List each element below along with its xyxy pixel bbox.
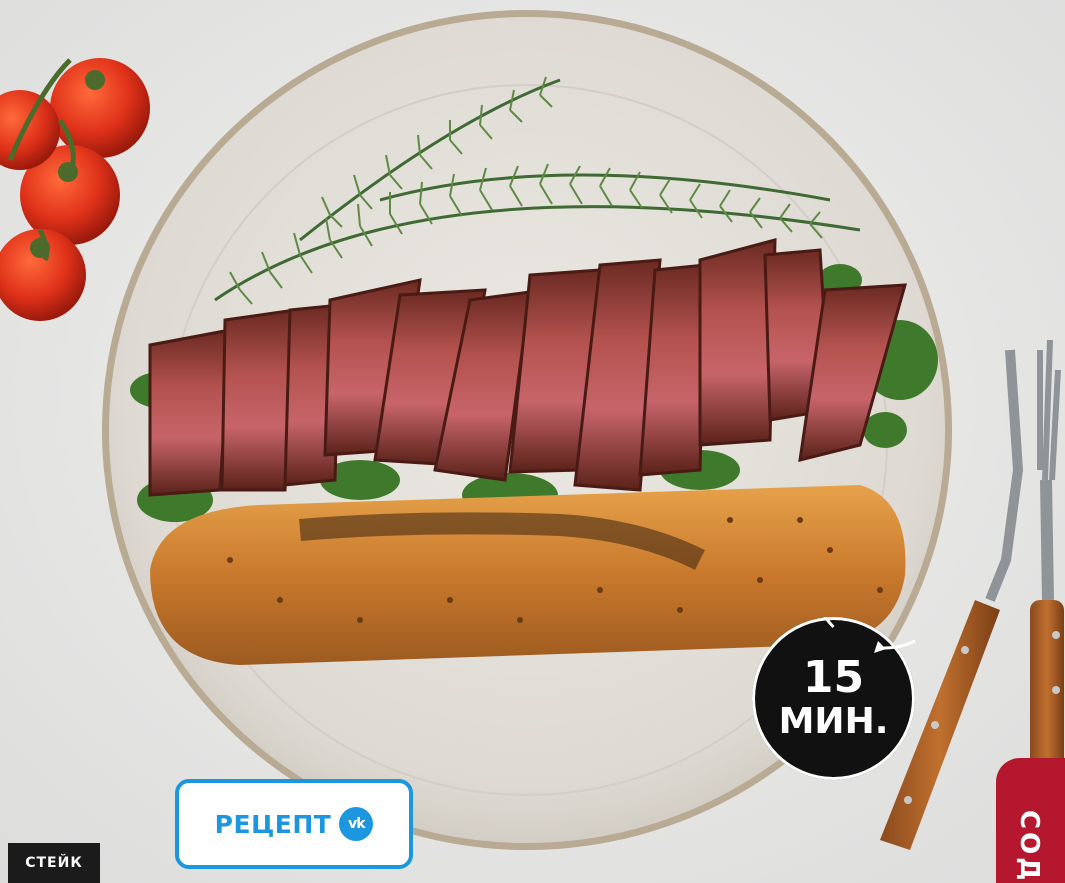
cooking-time-badge: 15 МИН.: [752, 617, 915, 780]
contents-tab-label: СОД: [1014, 810, 1044, 883]
recipe-card: СТЕЙК РЕЦЕПТ vk 15 МИН. СОД: [0, 0, 1065, 883]
contents-tab[interactable]: СОД: [996, 758, 1065, 883]
vk-logo-icon: vk: [339, 807, 374, 841]
cooking-time-unit: МИН.: [778, 701, 889, 742]
recipe-button-label: РЕЦЕПТ: [214, 809, 332, 839]
recipe-vk-button[interactable]: РЕЦЕПТ vk: [175, 779, 413, 869]
section-tag[interactable]: СТЕЙК: [8, 843, 100, 883]
cooking-time-value: 15: [802, 652, 865, 703]
